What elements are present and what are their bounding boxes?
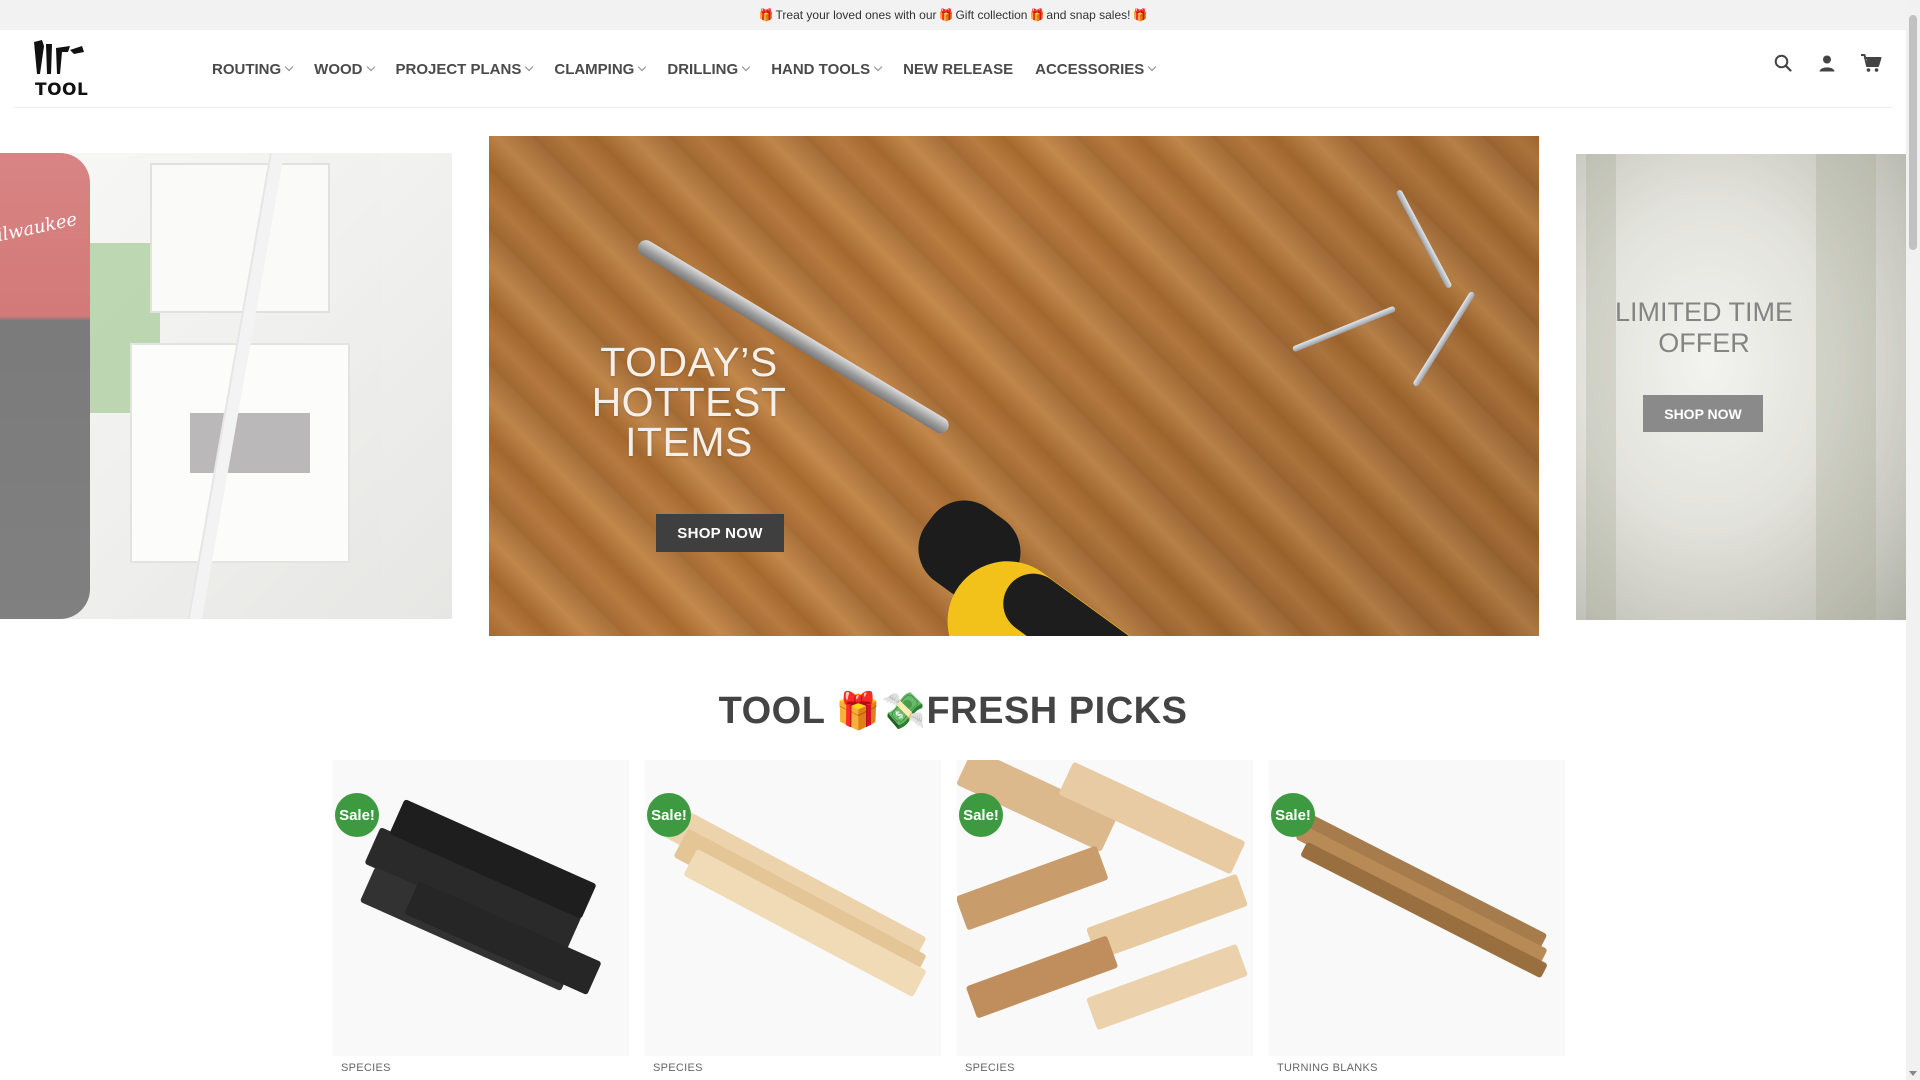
chevron-down-icon — [525, 62, 534, 72]
nav-item-new-release[interactable]: NEW RELEASE — [903, 61, 1013, 78]
nav-item-routing[interactable]: ROUTING — [212, 61, 294, 78]
gift-icon: 🎁 — [1132, 8, 1148, 22]
sale-badge: Sale! — [1271, 793, 1315, 837]
header-divider — [14, 107, 1892, 108]
tools-logo-icon — [34, 40, 84, 74]
slide-bg-shape — [150, 163, 330, 313]
announcement-bar: 🎁 Treat your loved ones with our 🎁 Gift … — [0, 0, 1906, 30]
sale-badge: Sale! — [959, 793, 1003, 837]
scroll-down-arrow-icon[interactable] — [1909, 1071, 1917, 1076]
gift-icon: 🎁 — [835, 690, 882, 731]
product-grid: Sale! SPECIES Sale! SPECIES Sale! SPECIE… — [333, 760, 1565, 1080]
gift-icon: 🎁 — [1029, 8, 1045, 22]
chevron-down-icon — [1148, 62, 1157, 72]
product-category[interactable]: SPECIES — [341, 1062, 391, 1074]
section-title: TOOL 🎁💸FRESH PICKS — [718, 690, 1188, 732]
header-actions — [1772, 52, 1882, 74]
slide-previous[interactable]: Milwaukee — [0, 153, 452, 619]
product-category[interactable]: SPECIES — [965, 1062, 1015, 1074]
screw-icon — [1395, 189, 1453, 289]
account-icon[interactable] — [1816, 52, 1838, 74]
page-scrollbar[interactable] — [1906, 0, 1920, 1080]
nav-item-project-plans[interactable]: PROJECT PLANS — [396, 61, 534, 78]
product-card[interactable]: Sale! TURNING BLANKS — [1269, 760, 1565, 1080]
chevron-down-icon — [366, 62, 375, 72]
product-image[interactable] — [333, 760, 629, 1056]
hero-title: TODAY’S HOTTEST ITEMS — [591, 339, 787, 465]
shop-now-button[interactable]: SHOP NOW — [656, 514, 784, 552]
slide-next[interactable]: LIMITED TIME OFFER SHOP NOW — [1576, 154, 1906, 620]
chevron-down-icon — [741, 62, 751, 72]
sale-badge: Sale! — [335, 793, 379, 837]
product-card[interactable]: Sale! SPECIES — [957, 760, 1253, 1080]
scrollbar-thumb[interactable] — [1909, 15, 1917, 250]
sale-badge: Sale! — [647, 793, 691, 837]
product-image[interactable] — [645, 760, 941, 1056]
slide-bg-shape — [1816, 154, 1876, 620]
chevron-down-icon — [873, 62, 883, 72]
search-icon[interactable] — [1772, 52, 1794, 74]
gift-icon: 🎁 — [938, 8, 954, 22]
slide-bg-shape — [190, 413, 310, 473]
nav-item-wood[interactable]: WOOD — [314, 61, 375, 78]
nav-item-drilling[interactable]: DRILLING — [667, 61, 751, 78]
screw-icon — [1291, 305, 1397, 353]
chevron-down-icon — [638, 62, 647, 72]
announcement-text-2: and snap sales! — [1046, 8, 1131, 22]
product-image[interactable] — [957, 760, 1253, 1056]
product-card[interactable]: Sale! SPECIES — [333, 760, 629, 1080]
chevron-down-icon — [284, 62, 294, 72]
drill-image: Milwaukee — [0, 153, 90, 619]
drill-brand-print: Milwaukee — [0, 208, 79, 251]
money-icon: 💸 — [881, 690, 927, 731]
announcement-link-gift-collection[interactable]: Gift collection — [955, 8, 1027, 22]
site-header: TOOL ROUTING WOOD PROJECT PLANS CLAMPING… — [0, 30, 1906, 108]
gift-icon: 🎁 — [758, 8, 774, 22]
product-image[interactable] — [1269, 760, 1565, 1056]
nav-item-clamping[interactable]: CLAMPING — [554, 61, 647, 78]
nav-item-accessories[interactable]: ACCESSORIES — [1035, 61, 1157, 78]
product-category[interactable]: TURNING BLANKS — [1277, 1062, 1378, 1074]
logo-text[interactable]: TOOL — [35, 80, 88, 100]
screwdriver-grip — [991, 561, 1367, 636]
announcement-text-1: Treat your loved ones with our — [775, 8, 937, 22]
main-nav: ROUTING WOOD PROJECT PLANS CLAMPING DRIL… — [212, 30, 1177, 108]
slide-bg-shape — [1586, 154, 1616, 620]
nav-item-hand-tools[interactable]: HAND TOOLS — [771, 61, 883, 78]
limited-offer-title: LIMITED TIME OFFER — [1614, 297, 1794, 358]
product-category[interactable]: SPECIES — [653, 1062, 703, 1074]
cart-icon[interactable] — [1860, 52, 1882, 74]
product-card[interactable]: Sale! SPECIES — [645, 760, 941, 1080]
screw-icon — [1412, 290, 1476, 388]
slide-current: TODAY’S HOTTEST ITEMS SHOP NOW — [489, 136, 1539, 636]
shop-now-button-secondary[interactable]: SHOP NOW — [1643, 395, 1763, 432]
